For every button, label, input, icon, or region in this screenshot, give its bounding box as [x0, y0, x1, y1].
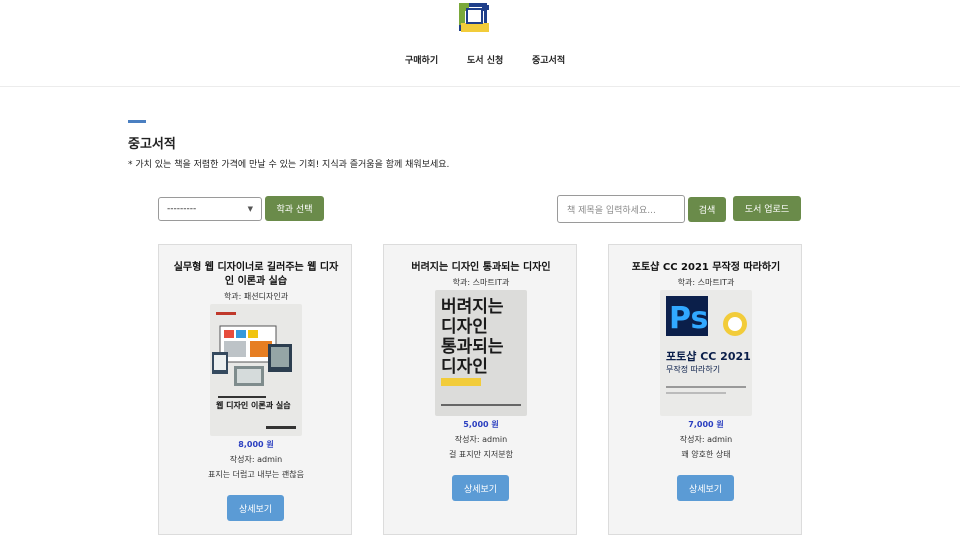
svg-text:무작정 따라하기: 무작정 따라하기	[666, 364, 720, 374]
book-description: 꽤 양호한 상태	[681, 450, 731, 459]
chevron-down-icon: ▼	[247, 205, 253, 213]
book-author: 작성자: admin	[229, 455, 283, 464]
book-description: 걸 표지만 지저분함	[449, 450, 513, 459]
svg-text:디자인: 디자인	[441, 317, 488, 337]
select-department-button[interactable]: 학과 선택	[265, 196, 324, 221]
book-card: 버려지는 디자인 통과되는 디자인 학과: 스마트IT과 버려지는 디자인 통과…	[383, 244, 577, 535]
book-price: 5,000 원	[463, 420, 499, 429]
nav-item-purchase[interactable]: 구매하기	[405, 53, 438, 66]
book-card: 포토샵 CC 2021 무작정 따라하기 학과: 스마트IT과 Ps 포토샵 C…	[608, 244, 802, 535]
site-logo[interactable]	[458, 2, 491, 33]
book-description: 표지는 더럽고 내부는 괜찮음	[208, 470, 304, 479]
section-accent-bar	[128, 120, 146, 123]
book-price: 8,000 원	[238, 440, 274, 449]
search-button[interactable]: 검색	[688, 197, 726, 222]
book-author: 작성자: admin	[454, 435, 508, 444]
nav-item-used-books[interactable]: 중고서적	[532, 53, 565, 66]
book-cover-image[interactable]: 버려지는 디자인 통과되는 디자인	[435, 290, 527, 416]
svg-text:Ps: Ps	[669, 301, 708, 336]
svg-text:통과되는: 통과되는	[441, 337, 504, 357]
department-select-value: ---------	[167, 204, 197, 214]
upload-book-button[interactable]: 도서 업로드	[733, 196, 801, 221]
page-title: 중고서적	[128, 137, 176, 152]
svg-text:포토샵 CC 2021: 포토샵 CC 2021	[666, 350, 751, 363]
site-header: 구매하기 도서 신청 중고서적	[0, 0, 960, 87]
book-title: 포토샵 CC 2021 무작정 따라하기	[631, 262, 781, 273]
book-card: 실무형 웹 디자이너로 길러주는 웹 디자인 이론과 실습 학과: 패션디자인과…	[158, 244, 352, 535]
department-select[interactable]: --------- ▼	[158, 197, 262, 221]
book-detail-button[interactable]: 상세보기	[677, 475, 734, 501]
page-description: * 가치 있는 책을 저렴한 가격에 만날 수 있는 기회! 지식과 즐거움을 …	[128, 160, 450, 170]
book-detail-button[interactable]: 상세보기	[227, 495, 284, 521]
book-cover-image[interactable]: Ps 포토샵 CC 2021 무작정 따라하기	[660, 290, 752, 416]
svg-text:디자인: 디자인	[441, 357, 488, 377]
book-department: 학과: 스마트IT과	[452, 278, 510, 287]
book-detail-button[interactable]: 상세보기	[452, 475, 509, 501]
book-cover-image[interactable]: 웹 디자인 이론과 실습	[210, 304, 302, 436]
book-author: 작성자: admin	[679, 435, 733, 444]
book-title: 실무형 웹 디자이너로 길러주는 웹 디자인 이론과 실습	[173, 262, 339, 287]
book-department: 학과: 스마트IT과	[677, 278, 735, 287]
svg-text:버려지는: 버려지는	[441, 297, 504, 317]
nav-item-book-request[interactable]: 도서 신청	[467, 53, 503, 66]
book-title: 버려지는 디자인 통과되는 디자인	[411, 262, 551, 273]
book-department: 학과: 패션디자인과	[223, 292, 289, 301]
book-cover-text: 웹 디자인 이론과 실습	[216, 400, 291, 410]
book-price: 7,000 원	[688, 420, 724, 429]
search-input[interactable]: 책 제목을 입력하세요...	[557, 195, 685, 223]
